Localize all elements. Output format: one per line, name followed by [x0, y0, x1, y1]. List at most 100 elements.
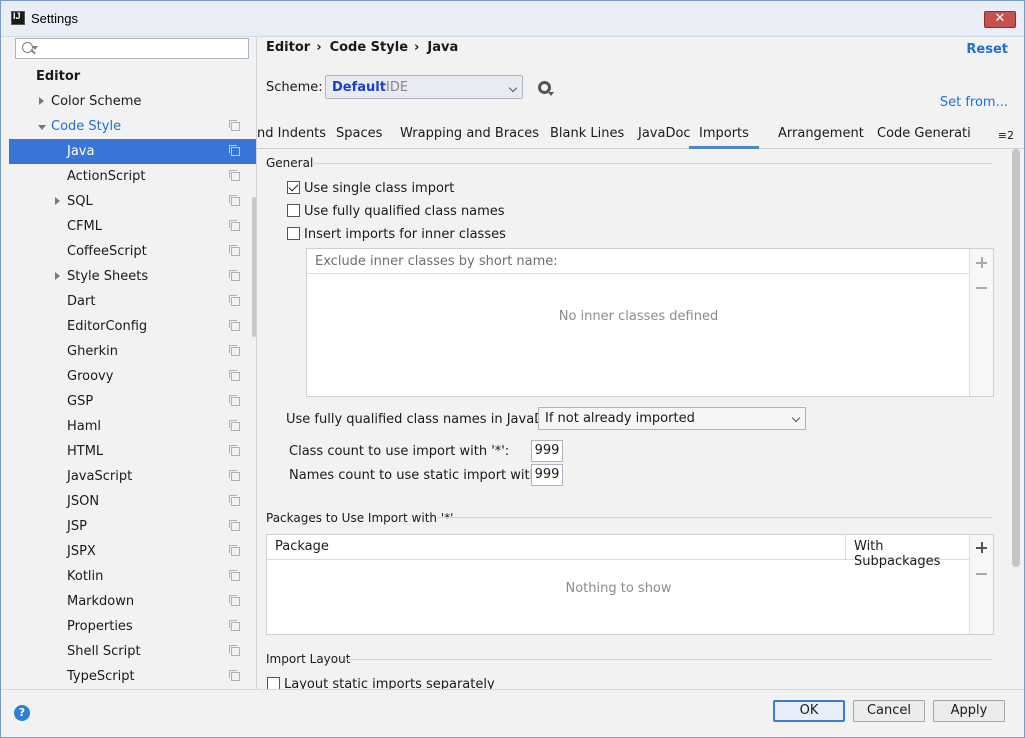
- sidebar-item-java[interactable]: Java: [9, 139, 256, 164]
- content-scrollbar-track[interactable]: [1009, 149, 1023, 689]
- tab-tabs-and-indents[interactable]: nd Indents: [257, 125, 326, 149]
- sidebar-item-style-sheets[interactable]: Style Sheets: [9, 264, 256, 289]
- remove-icon[interactable]: [976, 282, 987, 293]
- project-scheme-copy-icon: [229, 370, 240, 381]
- tab-arrangement[interactable]: Arrangement: [778, 125, 864, 149]
- sidebar-item-editorconfig[interactable]: EditorConfig: [9, 314, 256, 339]
- project-scheme-copy-icon: [229, 245, 240, 256]
- exclude-table-empty-text: No inner classes defined: [558, 309, 719, 324]
- sidebar-item-kotlin[interactable]: Kotlin: [9, 564, 256, 589]
- gear-icon[interactable]: [538, 81, 554, 96]
- sidebar-item-editor[interactable]: Editor: [9, 64, 256, 89]
- sidebar-item-label: Code Style: [51, 119, 122, 134]
- breadcrumb-separator-icon: ›: [414, 40, 420, 55]
- fq-javadoc-dropdown[interactable]: If not already imported: [538, 407, 806, 430]
- sidebar-item-label: JSON: [67, 494, 100, 509]
- apply-button[interactable]: Apply: [933, 700, 1005, 722]
- settings-search-input[interactable]: [15, 38, 249, 59]
- sidebar-item-label: Haml: [67, 419, 102, 434]
- remove-icon[interactable]: [976, 568, 987, 579]
- breadcrumb-code-style: Code Style: [329, 40, 409, 55]
- layout-static-imports-checkbox[interactable]: Layout static imports separately: [267, 677, 495, 689]
- set-from-link[interactable]: Set from...: [940, 95, 1008, 110]
- add-icon[interactable]: [976, 542, 987, 553]
- package-column-header[interactable]: Package: [275, 539, 329, 554]
- sidebar-item-typescript[interactable]: TypeScript: [9, 664, 256, 689]
- intellij-app-icon: [11, 11, 25, 25]
- packages-table-header: Package With Subpackages: [267, 535, 970, 569]
- code-style-tabs: nd Indents Spaces Wrapping and Braces Bl…: [257, 121, 1024, 149]
- chevron-right-icon[interactable]: [55, 272, 60, 280]
- tab-blank-lines[interactable]: Blank Lines: [550, 125, 624, 149]
- use-fully-qualified-class-names-checkbox[interactable]: Use fully qualified class names: [287, 204, 505, 222]
- sidebar-item-haml[interactable]: Haml: [9, 414, 256, 439]
- add-icon[interactable]: [976, 257, 987, 268]
- tab-imports[interactable]: Imports: [689, 125, 759, 149]
- sidebar-item-html[interactable]: HTML: [9, 439, 256, 464]
- import-layout-section-title: Import Layout: [266, 652, 351, 666]
- sidebar-item-label: Properties: [67, 619, 133, 634]
- project-scheme-copy-icon: [229, 595, 240, 606]
- close-button[interactable]: ✕: [984, 11, 1016, 28]
- sidebar-item-coffeescript[interactable]: CoffeeScript: [9, 239, 256, 264]
- sidebar-item-markdown[interactable]: Markdown: [9, 589, 256, 614]
- checkbox-label: Layout static imports separately: [284, 677, 495, 689]
- sidebar-item-shell-script[interactable]: Shell Script: [9, 639, 256, 664]
- checkbox-label: Insert imports for inner classes: [304, 227, 506, 242]
- reset-link[interactable]: Reset: [966, 42, 1008, 57]
- exclude-table-header: Exclude inner classes by short name:: [307, 249, 970, 274]
- scheme-dropdown[interactable]: Default IDE: [325, 75, 523, 99]
- exclude-inner-classes-table[interactable]: Exclude inner classes by short name: No …: [306, 248, 994, 397]
- tab-javadoc[interactable]: JavaDoc: [638, 125, 691, 149]
- cancel-button[interactable]: Cancel: [853, 700, 925, 722]
- project-scheme-copy-icon: [229, 145, 240, 156]
- sidebar-item-label: Kotlin: [67, 569, 104, 584]
- class-count-input[interactable]: 999: [531, 440, 563, 462]
- sidebar-item-label: JSP: [67, 519, 87, 534]
- more-tabs-button[interactable]: ≡2: [998, 129, 1014, 142]
- sidebar-item-label: HTML: [67, 444, 104, 459]
- scheme-name: Default: [332, 80, 386, 95]
- imports-panel: General Use single class import Use full…: [257, 149, 1009, 689]
- sidebar-item-sql[interactable]: SQL: [9, 189, 256, 214]
- use-single-class-import-checkbox[interactable]: Use single class import: [287, 181, 454, 199]
- project-scheme-copy-icon: [229, 270, 240, 281]
- sidebar-item-properties[interactable]: Properties: [9, 614, 256, 639]
- sidebar-item-groovy[interactable]: Groovy: [9, 364, 256, 389]
- packages-section-title: Packages to Use Import with '*': [266, 511, 454, 525]
- names-count-input[interactable]: 999: [531, 464, 563, 486]
- chevron-down-icon: [508, 83, 518, 93]
- sidebar-item-gherkin[interactable]: Gherkin: [9, 339, 256, 364]
- sidebar-item-jsp[interactable]: JSP: [9, 514, 256, 539]
- checkbox-label: Use single class import: [304, 181, 455, 196]
- ok-button[interactable]: OK: [773, 700, 845, 722]
- sidebar-item-label: CoffeeScript: [67, 244, 147, 259]
- project-scheme-copy-icon: [229, 320, 240, 331]
- sidebar-item-actionscript[interactable]: ActionScript: [9, 164, 256, 189]
- fq-javadoc-value: If not already imported: [545, 411, 695, 426]
- chevron-down-icon[interactable]: [38, 125, 46, 130]
- chevron-right-icon[interactable]: [55, 197, 60, 205]
- project-scheme-copy-icon: [229, 420, 240, 431]
- chevron-right-icon[interactable]: [39, 97, 44, 105]
- sidebar-item-jspx[interactable]: JSPX: [9, 539, 256, 564]
- content-scrollbar[interactable]: [1012, 149, 1020, 567]
- tab-spaces[interactable]: Spaces: [336, 125, 382, 149]
- sidebar-item-gsp[interactable]: GSP: [9, 389, 256, 414]
- tab-code-generation[interactable]: Code Generati: [877, 125, 971, 149]
- sidebar-item-dart[interactable]: Dart: [9, 289, 256, 314]
- main-panel: Editor › Code Style › Java Reset Scheme: Def…: [257, 37, 1024, 689]
- sidebar-item-json[interactable]: JSON: [9, 489, 256, 514]
- sidebar-item-color-scheme[interactable]: Color Scheme: [9, 89, 256, 114]
- insert-imports-inner-classes-checkbox[interactable]: Insert imports for inner classes: [287, 227, 506, 245]
- help-icon[interactable]: ?: [14, 705, 30, 721]
- packages-table[interactable]: Package With Subpackages Nothing to show: [266, 534, 994, 635]
- dialog-footer: ? OK Cancel Apply: [1, 689, 1024, 737]
- sidebar-item-code-style[interactable]: Code Style: [9, 114, 256, 139]
- with-subpackages-column-header[interactable]: With Subpackages: [845, 535, 970, 569]
- tab-wrapping-and-braces[interactable]: Wrapping and Braces: [400, 125, 539, 149]
- sidebar-item-cfml[interactable]: CFML: [9, 214, 256, 239]
- sidebar-item-javascript[interactable]: JavaScript: [9, 464, 256, 489]
- checkbox-checked-icon: [287, 181, 300, 194]
- section-divider: [347, 659, 992, 660]
